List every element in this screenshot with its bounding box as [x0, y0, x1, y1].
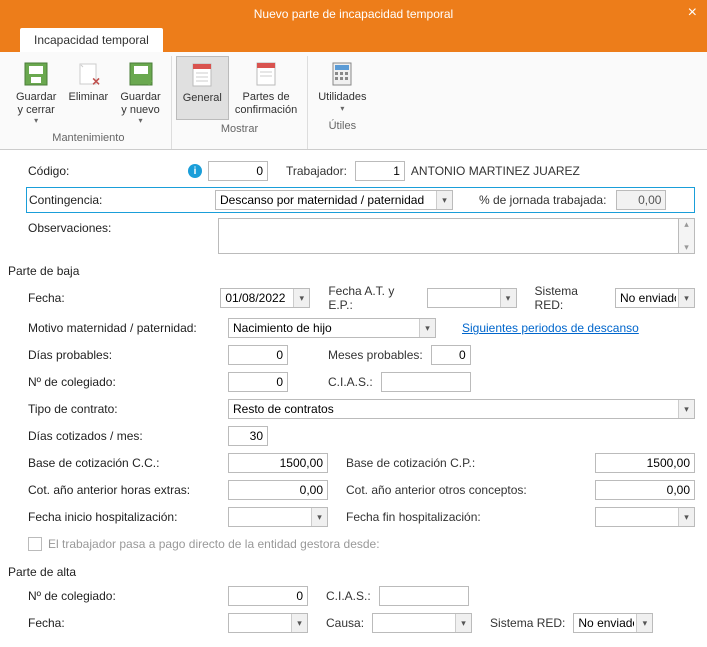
scrollbar[interactable]: ▴▾	[679, 218, 695, 254]
chevron-down-icon[interactable]: ▾	[636, 614, 652, 632]
tipo-contrato-combo[interactable]: ▾	[228, 399, 695, 419]
observaciones-textarea[interactable]	[218, 218, 679, 254]
chevron-down-icon[interactable]: ▾	[419, 319, 435, 337]
pago-directo-label: El trabajador pasa a pago directo de la …	[48, 537, 380, 551]
dias-cotizados-input[interactable]	[228, 426, 268, 446]
sistema-red-alta-label: Sistema RED:	[472, 616, 573, 630]
ribbon-group-mantenimiento: Guardar y cerrar ▾ × Eliminar + Guardar …	[6, 56, 172, 149]
contingencia-combo[interactable]: ▾	[215, 190, 453, 210]
causa-label: Causa:	[308, 616, 372, 630]
colegiado-baja-label: Nº de colegiado:	[28, 375, 228, 389]
base-cc-input[interactable]	[228, 453, 328, 473]
hosp-fin-input[interactable]: ▾	[595, 507, 695, 527]
fecha-alta-input[interactable]: ▾	[228, 613, 308, 633]
guardar-nuevo-button[interactable]: + Guardar y nuevo ▾	[114, 56, 166, 129]
svg-text:×: ×	[92, 73, 100, 88]
base-cp-label: Base de cotización C.P.:	[328, 456, 483, 470]
ribbon-group-label: Útiles	[312, 117, 372, 137]
cias-alta-label: C.I.A.S.:	[308, 589, 379, 603]
partes-icon	[252, 60, 280, 88]
dias-prob-label: Días probables:	[28, 348, 228, 362]
chevron-down-icon[interactable]: ▾	[500, 289, 516, 307]
motivo-combo[interactable]: ▾	[228, 318, 436, 338]
ribbon-group-utiles: Utilidades ▾ Útiles	[308, 56, 376, 149]
trabajador-num-input[interactable]	[355, 161, 405, 181]
base-cc-label: Base de cotización C.C.:	[28, 456, 228, 470]
fecha-at-input[interactable]: ▾	[427, 288, 517, 308]
hosp-ini-input[interactable]: ▾	[228, 507, 328, 527]
general-button[interactable]: General	[176, 56, 229, 120]
chevron-down-icon[interactable]: ▾	[293, 289, 309, 307]
jornada-input	[616, 190, 666, 210]
hosp-fin-label: Fecha fin hospitalización:	[328, 510, 489, 524]
chevron-down-icon[interactable]: ▾	[455, 614, 471, 632]
chevron-down-icon[interactable]: ▾	[678, 289, 694, 307]
ribbon-group-label: Mantenimiento	[10, 129, 167, 149]
codigo-label: Código:	[28, 164, 188, 178]
window-title: Nuevo parte de incapacidad temporal	[254, 7, 453, 21]
calculator-icon	[328, 60, 356, 88]
dias-cotizados-label: Días cotizados / mes:	[28, 429, 228, 443]
base-cp-input[interactable]	[595, 453, 695, 473]
chevron-down-icon[interactable]: ▾	[291, 614, 307, 632]
chevron-down-icon[interactable]: ▾	[678, 400, 694, 418]
info-icon[interactable]: i	[188, 164, 202, 178]
svg-text:+: +	[145, 73, 153, 88]
guardar-cerrar-button[interactable]: Guardar y cerrar ▾	[10, 56, 62, 129]
causa-combo[interactable]: ▾	[372, 613, 472, 633]
cot-otros-input[interactable]	[595, 480, 695, 500]
sistema-red-alta-combo[interactable]: ▾	[573, 613, 653, 633]
close-icon[interactable]: ×	[688, 4, 697, 22]
pago-directo-checkbox[interactable]	[28, 537, 42, 551]
cias-baja-input[interactable]	[381, 372, 471, 392]
fecha-baja-input[interactable]: ▾	[220, 288, 310, 308]
trabajador-label: Trabajador:	[268, 164, 355, 178]
fecha-alta-label: Fecha:	[28, 616, 228, 630]
siguientes-periodos-link[interactable]: Siguientes periodos de descanso	[462, 321, 639, 335]
ribbon-group-label: Mostrar	[176, 120, 304, 140]
save-close-icon	[22, 60, 50, 88]
colegiado-alta-label: Nº de colegiado:	[28, 589, 228, 603]
colegiado-baja-input[interactable]	[228, 372, 288, 392]
section-parte-baja: Parte de baja	[8, 264, 695, 278]
section-parte-alta: Parte de alta	[8, 565, 695, 579]
sistema-red-baja-combo[interactable]: ▾	[615, 288, 695, 308]
trabajador-nombre: ANTONIO MARTINEZ JUAREZ	[405, 164, 580, 178]
cot-horas-label: Cot. año anterior horas extras:	[28, 483, 228, 497]
motivo-label: Motivo maternidad / paternidad:	[28, 321, 228, 335]
delete-icon: ×	[74, 60, 102, 88]
tab-incapacidad[interactable]: Incapacidad temporal	[20, 28, 163, 52]
chevron-down-icon[interactable]: ▾	[311, 508, 327, 526]
utilidades-button[interactable]: Utilidades ▾	[312, 56, 372, 117]
tipo-contrato-label: Tipo de contrato:	[28, 402, 228, 416]
chevron-down-icon[interactable]: ▾	[436, 191, 452, 209]
hosp-ini-label: Fecha inicio hospitalización:	[28, 510, 228, 524]
chevron-down-icon[interactable]: ▾	[678, 508, 694, 526]
ribbon: Guardar y cerrar ▾ × Eliminar + Guardar …	[0, 52, 707, 150]
fecha-baja-label: Fecha:	[28, 291, 220, 305]
fecha-at-label: Fecha A.T. y E.P.:	[310, 284, 426, 312]
meses-prob-input[interactable]	[431, 345, 471, 365]
colegiado-alta-input[interactable]	[228, 586, 308, 606]
save-new-icon: +	[127, 60, 155, 88]
sistema-red-baja-label: Sistema RED:	[517, 284, 615, 312]
cias-baja-label: C.I.A.S.:	[288, 375, 381, 389]
codigo-input[interactable]	[208, 161, 268, 181]
cias-alta-input[interactable]	[379, 586, 469, 606]
eliminar-button[interactable]: × Eliminar	[62, 56, 114, 129]
meses-prob-label: Meses probables:	[288, 348, 431, 362]
ribbon-group-mostrar: General Partes de confirmación Mostrar	[172, 56, 309, 149]
contingencia-label: Contingencia:	[29, 193, 215, 207]
tabstrip: Incapacidad temporal	[0, 28, 707, 52]
cot-horas-input[interactable]	[228, 480, 328, 500]
observaciones-label: Observaciones:	[28, 218, 218, 235]
cot-otros-label: Cot. año anterior otros conceptos:	[328, 483, 535, 497]
titlebar: Nuevo parte de incapacidad temporal ×	[0, 0, 707, 28]
general-icon	[188, 61, 216, 89]
dias-prob-input[interactable]	[228, 345, 288, 365]
partes-confirmacion-button[interactable]: Partes de confirmación	[229, 56, 303, 120]
jornada-label: % de jornada trabajada:	[453, 193, 606, 207]
